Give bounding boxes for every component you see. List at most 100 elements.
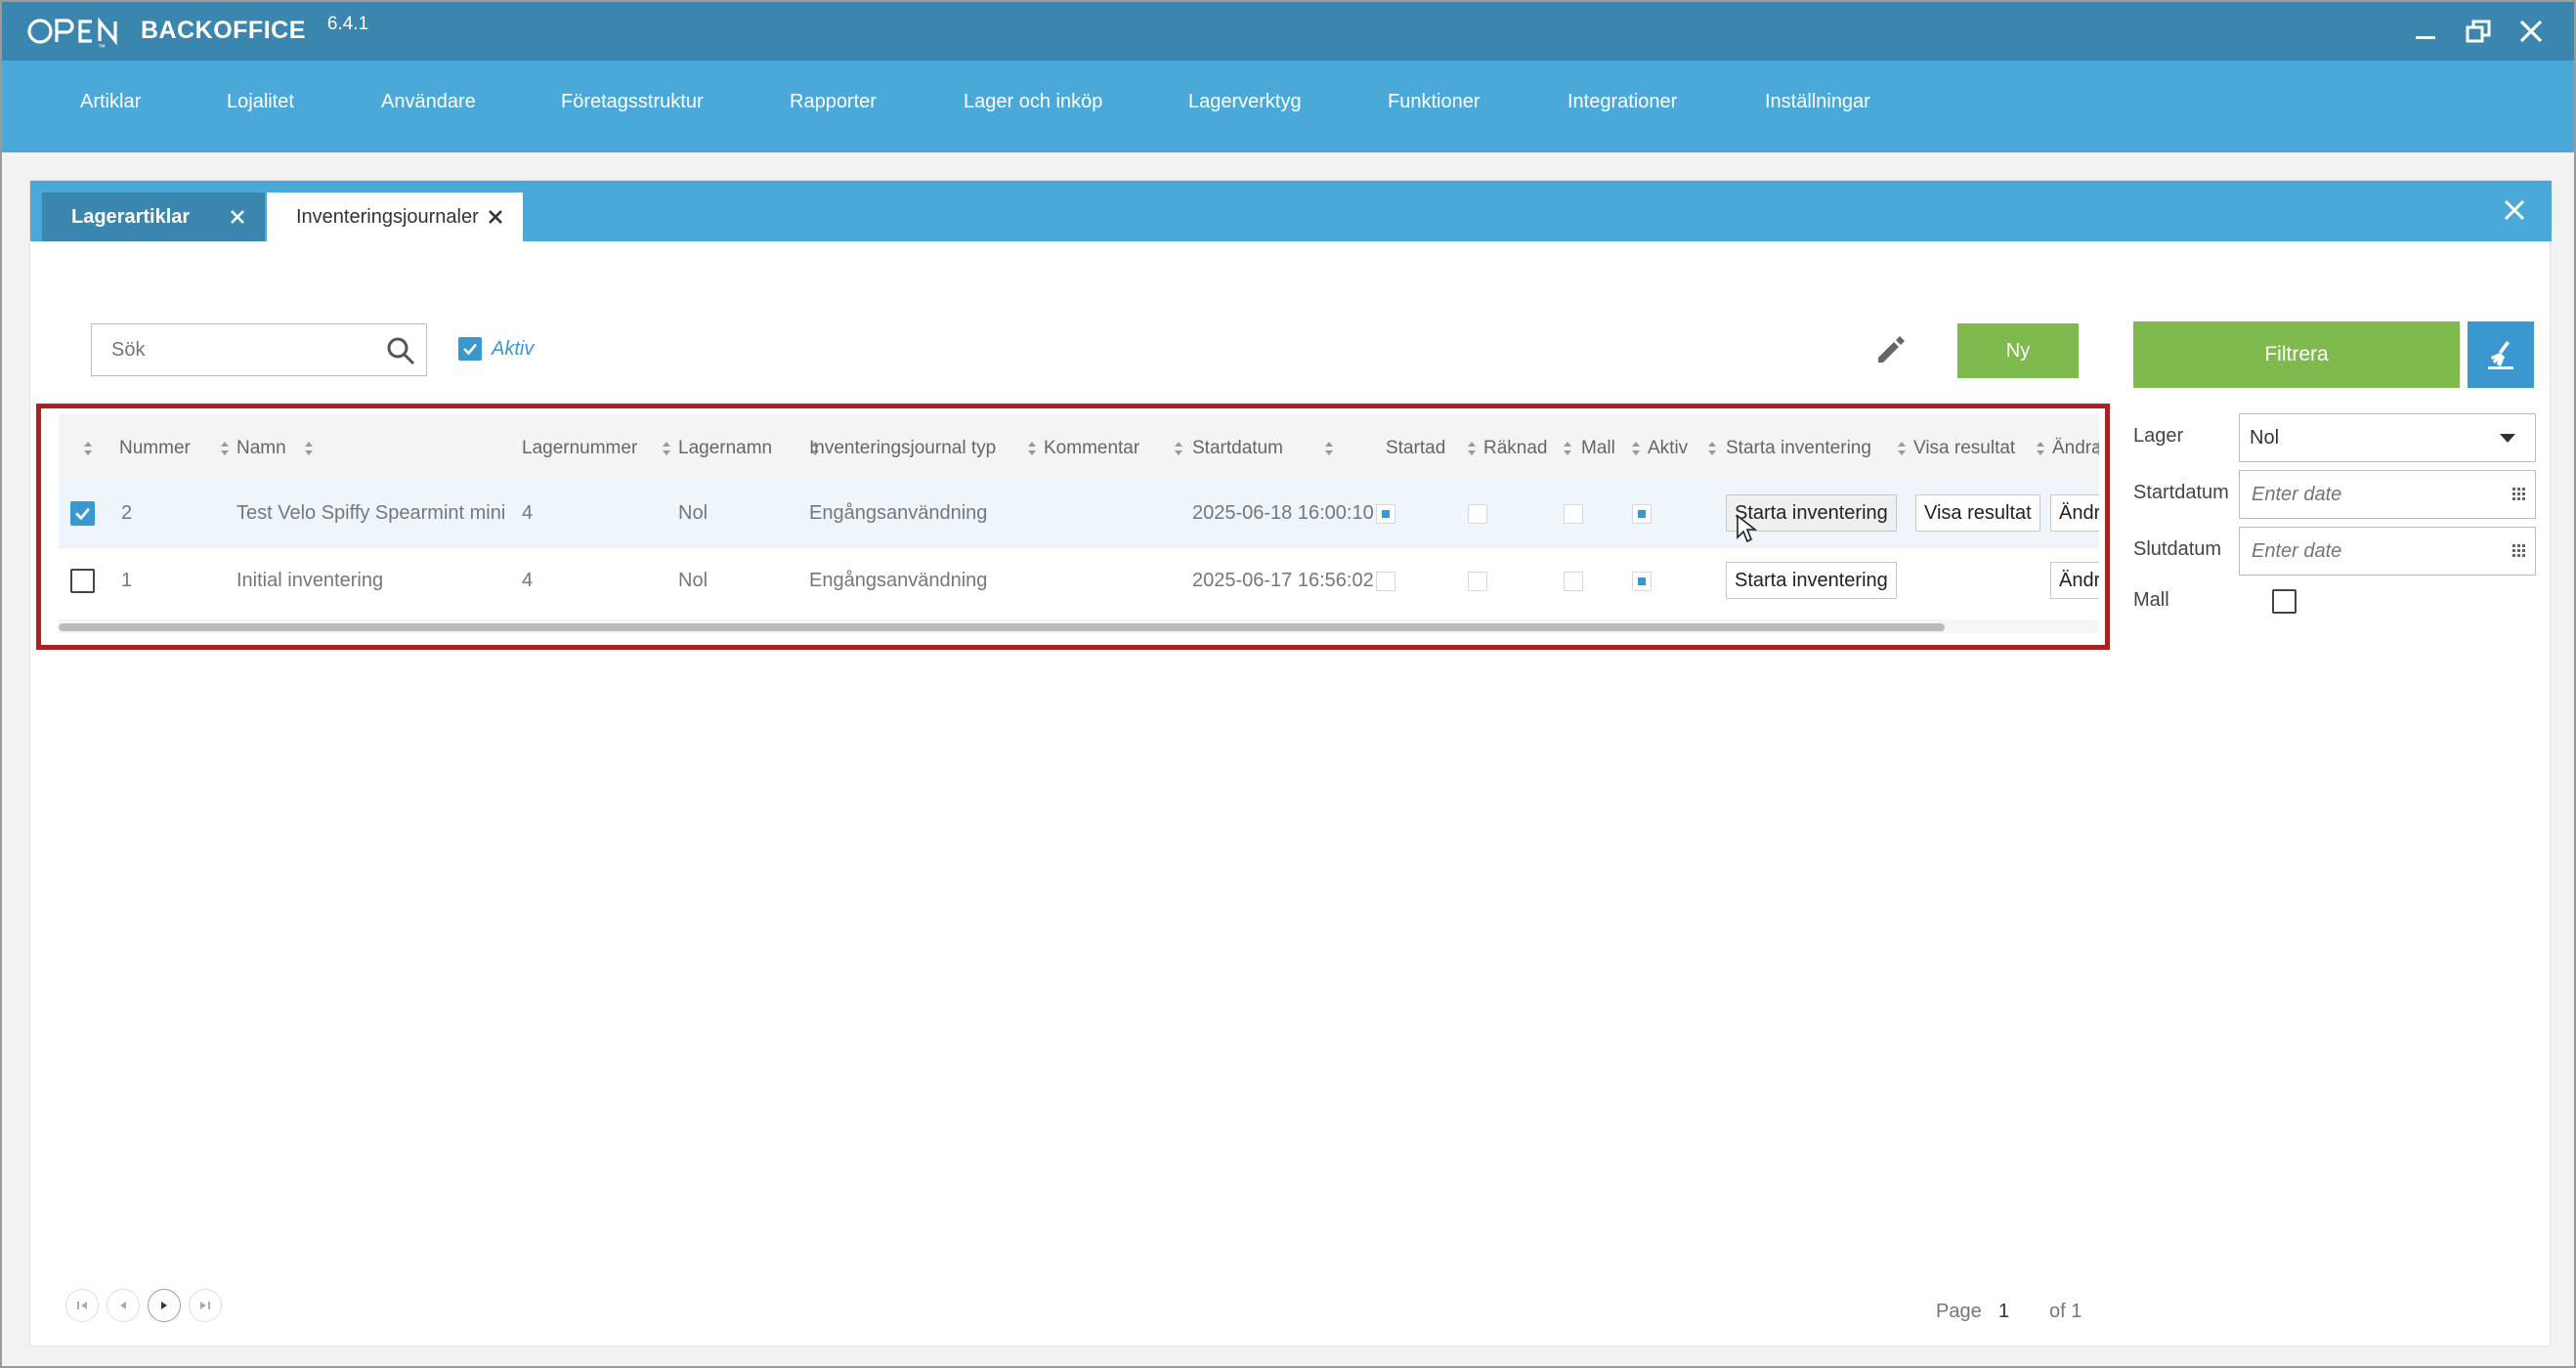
page-total: of 1	[2049, 1301, 2082, 1322]
aktiv-filter[interactable]: Aktiv	[458, 337, 534, 361]
aktiv-checkbox[interactable]	[458, 337, 482, 361]
andra-button[interactable]: Ändra	[2050, 562, 2099, 599]
column-header-lagernamn[interactable]: Lagernamn	[678, 438, 772, 459]
andra-button[interactable]: Ändra	[2050, 494, 2099, 532]
column-header-startad[interactable]: Startad	[1386, 438, 1445, 459]
visa-resultat-button[interactable]: Visa resultat	[1915, 494, 2040, 532]
column-header-namn[interactable]: Namn	[236, 438, 286, 459]
raknad-checkbox	[1468, 504, 1487, 524]
row-select-checkbox[interactable]	[70, 569, 95, 593]
svg-text:™: ™	[98, 43, 106, 50]
table-row[interactable]: 2 Test Velo Spiffy Spearmint mini 4 Nol …	[59, 481, 2099, 547]
restore-icon	[2466, 20, 2491, 43]
app-brand: BACKOFFICE	[141, 16, 306, 44]
sort-icon[interactable]	[2093, 441, 2099, 456]
cell-typ: Engångsanvändning	[809, 570, 988, 591]
checkmark-icon	[463, 343, 477, 356]
tab-label: Lagerartiklar	[71, 205, 191, 228]
menu-item-lagerverktyg[interactable]: Lagerverktyg	[1188, 91, 1302, 113]
close-icon[interactable]	[2501, 196, 2528, 224]
sort-icon[interactable]	[1896, 441, 1908, 456]
minimize-button[interactable]	[2408, 14, 2443, 49]
new-button[interactable]: Ny	[1957, 323, 2079, 378]
menu-item-integrationer[interactable]: Integrationer	[1567, 91, 1677, 113]
column-header-startdatum[interactable]: Startdatum	[1192, 438, 1283, 459]
cell-lagernummer: 4	[522, 502, 534, 524]
row-select-checkbox[interactable]	[70, 501, 95, 526]
minimize-icon	[2416, 36, 2435, 39]
last-page-icon	[200, 1302, 210, 1309]
starta-inventering-button[interactable]: Starta inventering	[1726, 562, 1897, 599]
menu-item-foretagsstruktur[interactable]: Företagsstruktur	[561, 91, 704, 113]
column-header-nummer[interactable]: Nummer	[119, 438, 191, 459]
app-version: 6.4.1	[326, 14, 369, 34]
close-icon[interactable]	[484, 205, 507, 229]
column-header-starta-inventering[interactable]: Starta inventering	[1726, 438, 1871, 459]
cell-nummer: 2	[121, 502, 133, 524]
calendar-icon[interactable]	[2512, 487, 2527, 502]
tab-lagerartiklar[interactable]: Lagerartiklar	[42, 192, 265, 241]
grid-body: Nummer Namn Lagernummer Lagernamn Invent…	[59, 414, 2099, 637]
table-row[interactable]: 1 Initial inventering 4 Nol Engångsanvän…	[59, 547, 2099, 614]
menu-item-lager-och-inkop[interactable]: Lager och inköp	[964, 91, 1102, 113]
menu-item-funktioner[interactable]: Funktioner	[1388, 91, 1481, 113]
pencil-icon[interactable]	[1871, 329, 1911, 368]
sort-icon[interactable]	[1323, 441, 1335, 456]
first-page-button[interactable]	[65, 1289, 99, 1322]
current-page-number[interactable]: 1	[1998, 1301, 2009, 1323]
sort-icon[interactable]	[82, 441, 94, 456]
sort-icon[interactable]	[2035, 441, 2046, 456]
lager-selected-value: Nol	[2250, 426, 2280, 449]
menu-item-anvandare[interactable]: Användare	[381, 91, 476, 113]
menu-item-rapporter[interactable]: Rapporter	[790, 91, 877, 113]
sort-icon[interactable]	[1562, 441, 1573, 456]
column-header-mall[interactable]: Mall	[1581, 438, 1615, 459]
aktiv-label: Aktiv	[492, 337, 535, 360]
column-header-raknad[interactable]: Räknad	[1483, 438, 1548, 459]
window-close-button[interactable]	[2513, 14, 2549, 49]
mall-filter-checkbox[interactable]	[2272, 589, 2297, 614]
sort-icon[interactable]	[1466, 441, 1478, 456]
column-header-andra[interactable]: Ändra	[2052, 438, 2099, 459]
sort-icon[interactable]	[1630, 441, 1642, 456]
search-icon[interactable]	[385, 335, 416, 366]
cell-namn: Initial inventering	[236, 570, 384, 591]
filtrera-button[interactable]: Filtrera	[2133, 321, 2460, 388]
tab-inventeringsjournaler[interactable]: Inventeringsjournaler	[267, 192, 523, 241]
horizontal-scrollbar[interactable]	[59, 620, 2099, 633]
clear-filter-button[interactable]	[2468, 321, 2534, 388]
next-page-button[interactable]	[148, 1289, 181, 1322]
sort-icon[interactable]	[219, 441, 231, 456]
column-header-aktiv[interactable]: Aktiv	[1648, 438, 1688, 459]
main-menu: Artiklar Lojalitet Användare Företagsstr…	[2, 61, 2574, 152]
app-logo: ™ BACKOFFICE 6.4.1	[25, 8, 368, 53]
slutdatum-field	[2239, 527, 2536, 576]
startdatum-input[interactable]	[2240, 471, 2494, 518]
sort-icon[interactable]	[1706, 441, 1718, 456]
column-header-visa-resultat[interactable]: Visa resultat	[1913, 438, 2015, 459]
aktiv-checkbox	[1632, 572, 1652, 591]
calendar-icon[interactable]	[2512, 543, 2527, 559]
column-header-kommentar[interactable]: Kommentar	[1044, 438, 1139, 459]
column-header-typ[interactable]: Inventeringsjournal typ	[809, 438, 996, 459]
lager-select[interactable]: Nol	[2239, 413, 2536, 462]
scrollbar-thumb[interactable]	[59, 623, 1945, 631]
menu-item-artiklar[interactable]: Artiklar	[80, 91, 141, 113]
prev-page-button[interactable]	[107, 1289, 140, 1322]
startad-checkbox	[1376, 572, 1395, 591]
search-input[interactable]	[92, 324, 375, 375]
column-header-lagernummer[interactable]: Lagernummer	[522, 438, 637, 459]
restore-button[interactable]	[2461, 14, 2496, 49]
sort-icon[interactable]	[1173, 441, 1184, 456]
sort-icon[interactable]	[303, 441, 315, 456]
sort-icon[interactable]	[1026, 441, 1038, 456]
last-page-button[interactable]	[189, 1289, 222, 1322]
menu-item-lojalitet[interactable]: Lojalitet	[227, 91, 294, 113]
menu-item-installningar[interactable]: Inställningar	[1765, 91, 1870, 113]
sort-icon[interactable]	[661, 441, 672, 456]
slutdatum-input[interactable]	[2240, 528, 2494, 575]
cell-lagernamn: Nol	[678, 502, 708, 524]
close-icon[interactable]	[226, 205, 249, 229]
slutdatum-label: Slutdatum	[2133, 538, 2222, 560]
cell-startdatum: 2025-06-17 16:56:02	[1192, 570, 1374, 591]
